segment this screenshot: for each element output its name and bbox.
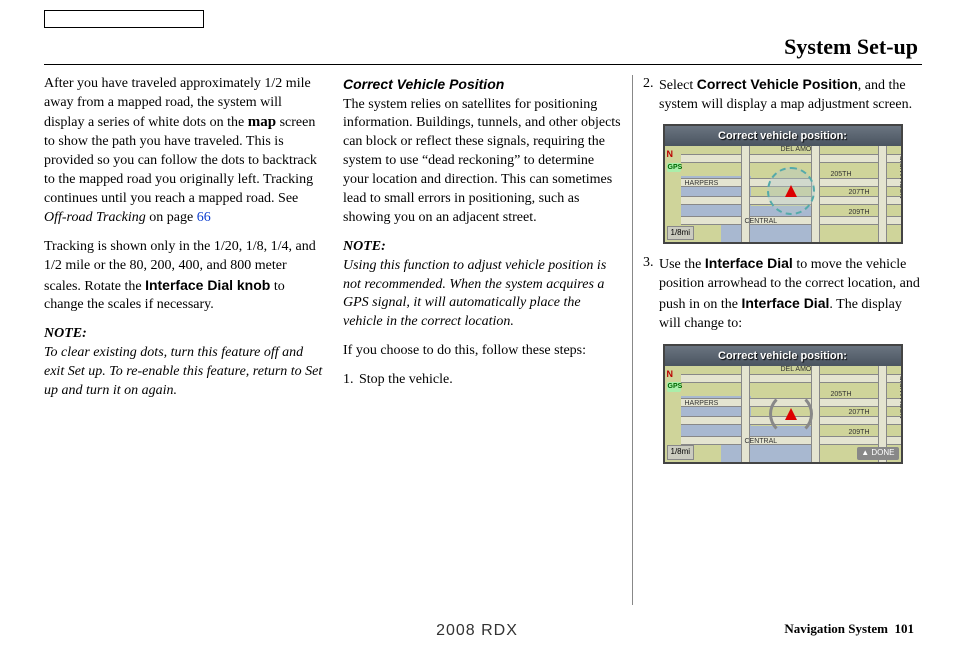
- note-text: Using this function to adjust vehicle po…: [343, 258, 606, 330]
- footer-right: Navigation System 101: [784, 620, 914, 638]
- street-label: HARPERS: [685, 399, 719, 408]
- page-footer: 2008 RDX Navigation System 101: [0, 620, 954, 638]
- road: [878, 146, 887, 242]
- north-icon: N: [667, 368, 681, 380]
- street-label: 207TH: [849, 188, 870, 197]
- col1-para2: Tracking is shown only in the 1/20, 1/8,…: [44, 238, 323, 316]
- vehicle-arrowhead-icon: [785, 185, 797, 197]
- correct-vehicle-position-bold: Correct Vehicle Position: [697, 76, 858, 92]
- interface-dial: Interface Dial: [705, 255, 793, 271]
- street-label: NORMANDIE: [899, 376, 903, 419]
- street-label: NORMANDIE: [899, 156, 903, 199]
- gps-icon: GPS: [667, 163, 681, 172]
- street-label: 205TH: [831, 390, 852, 399]
- compass-ring: [767, 167, 815, 215]
- street-label: HARPERS: [685, 179, 719, 188]
- col1-note: NOTE: To clear existing dots, turn this …: [44, 325, 323, 401]
- step-number: 2.: [643, 75, 659, 115]
- col2-note: NOTE: Using this function to adjust vehi…: [343, 238, 622, 332]
- map-word: map: [248, 114, 276, 130]
- text: Use the: [659, 257, 705, 272]
- step-1: 1. Stop the vehicle.: [343, 371, 622, 390]
- scale-badge: 1/8mi: [667, 226, 695, 241]
- step-number: 3.: [643, 254, 659, 334]
- text: Select: [659, 78, 697, 93]
- page-number: 101: [895, 621, 915, 636]
- correct-vehicle-position-head: Correct Vehicle Position: [343, 75, 622, 94]
- street-label: 207TH: [849, 408, 870, 417]
- map-side-icons: N GPS: [667, 148, 681, 174]
- step-number: 1.: [343, 371, 359, 390]
- road: [681, 154, 901, 163]
- footer-vehicle: 2008 RDX: [436, 620, 518, 642]
- street-label: 209TH: [849, 208, 870, 217]
- page-66-link[interactable]: 66: [197, 210, 211, 225]
- interface-dial-knob: Interface Dial knob: [145, 277, 270, 293]
- step-text: Use the Interface Dial to move the vehic…: [659, 254, 922, 334]
- scale-badge: 1/8mi: [667, 445, 695, 460]
- street-label: CENTRAL: [745, 437, 778, 446]
- col2-para2: If you choose to do this, follow these s…: [343, 342, 622, 361]
- map-title: Correct vehicle position:: [665, 346, 901, 366]
- header-empty-box: [44, 10, 204, 28]
- col1-para1: After you have traveled approximately 1/…: [44, 75, 323, 228]
- note-text: To clear existing dots, turn this featur…: [44, 345, 322, 398]
- column-2: Correct Vehicle Position The system reli…: [333, 75, 633, 605]
- step-text: Select Correct Vehicle Position, and the…: [659, 75, 922, 115]
- gps-icon: GPS: [667, 382, 681, 391]
- content-columns: After you have traveled approximately 1/…: [44, 75, 922, 605]
- col2-para1: The system relies on satellites for posi…: [343, 96, 622, 228]
- road: [681, 374, 901, 383]
- text: on page: [146, 210, 197, 225]
- north-icon: N: [667, 148, 681, 160]
- map-screenshot-1: Correct vehicle position: N GPS DEL AMO …: [663, 124, 903, 244]
- street-label: 205TH: [831, 170, 852, 179]
- street-label: DEL AMO: [781, 365, 812, 374]
- column-3: 2. Select Correct Vehicle Position, and …: [633, 75, 922, 605]
- vehicle-arrowhead-icon: [785, 408, 797, 420]
- map-screenshot-2: Correct vehicle position: N GPS DEL AMO …: [663, 344, 903, 464]
- map-title: Correct vehicle position:: [665, 126, 901, 146]
- map-side-icons: N GPS: [667, 368, 681, 394]
- nav-system-label: Navigation System: [784, 621, 888, 636]
- note-label: NOTE:: [44, 326, 87, 341]
- map-roads: DEL AMO HARPERS CENTRAL 205TH 207TH 209T…: [681, 146, 901, 242]
- road: [741, 146, 750, 242]
- column-1: After you have traveled approximately 1/…: [44, 75, 333, 605]
- street-label: 209TH: [849, 428, 870, 437]
- note-label: NOTE:: [343, 239, 386, 254]
- street-label: DEL AMO: [781, 145, 812, 154]
- section-title: System Set-up: [44, 32, 922, 65]
- road: [741, 366, 750, 462]
- step-text: Stop the vehicle.: [359, 371, 453, 390]
- offroad-tracking-ref: Off-road Tracking: [44, 210, 146, 225]
- street-label: CENTRAL: [745, 217, 778, 226]
- done-badge: ▲ DONE: [857, 447, 898, 460]
- step-2: 2. Select Correct Vehicle Position, and …: [643, 75, 922, 115]
- step-3: 3. Use the Interface Dial to move the ve…: [643, 254, 922, 334]
- interface-dial: Interface Dial: [741, 295, 829, 311]
